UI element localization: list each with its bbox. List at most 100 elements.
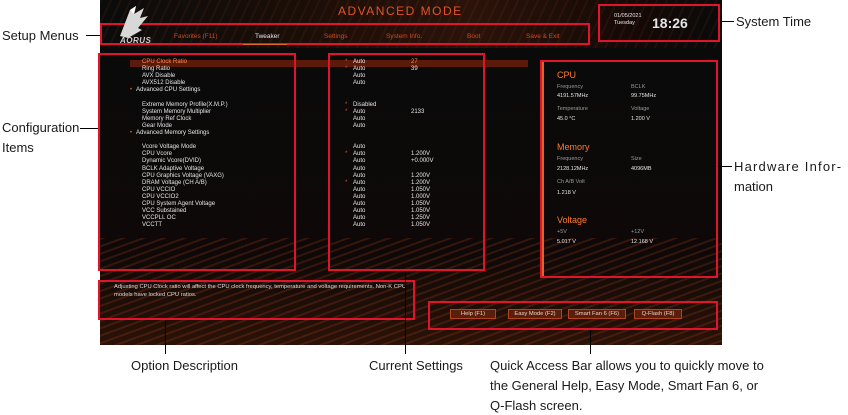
setting-label: Memory Ref Clock — [142, 115, 192, 122]
setting-label: Gear Mode — [142, 122, 173, 129]
setting-value[interactable]: Auto — [353, 144, 365, 150]
setting-value[interactable]: Auto — [353, 66, 365, 72]
quick-access-connector — [590, 330, 591, 354]
bios-header: AORUS ADVANCED MODE Favorites (F11) Twea… — [100, 0, 722, 48]
bclk-label: BCLK — [631, 84, 646, 90]
memory-size-value: 4096MB — [631, 166, 652, 172]
easy-mode-button[interactable]: Easy Mode (F2) — [508, 309, 562, 319]
bclk-value: 99.75MHz — [631, 93, 657, 99]
tab-boot[interactable]: Boot — [467, 33, 480, 40]
setting-label: CPU System Agent Voltage — [142, 201, 216, 207]
quick-access-caption-line2: the General Help, Easy Mode, Smart Fan 6… — [490, 378, 759, 393]
setting-current-value: 39 — [411, 66, 418, 73]
tab-favorites[interactable]: Favorites (F11) — [174, 33, 218, 40]
option-description-text: Adjusting CPU Clock ratio will affect th… — [114, 284, 407, 298]
setting-label: System Memory Multiplier — [142, 108, 212, 115]
setting-value[interactable]: Auto — [353, 222, 365, 228]
help-button[interactable]: Help (F1) — [450, 309, 496, 319]
modified-star-icon: * — [345, 101, 348, 108]
setting-current-value: 1.200V — [411, 179, 431, 186]
setting-label: DRAM Voltage (CH A/B) — [142, 179, 207, 186]
setting-label: CPU Clock Ratio — [142, 59, 188, 65]
bios-screen: AORUS ADVANCED MODE Favorites (F11) Twea… — [100, 0, 722, 345]
active-tab-indicator — [243, 44, 287, 45]
setting-value[interactable]: Auto — [353, 116, 365, 122]
tab-tweaker[interactable]: Tweaker — [255, 33, 280, 40]
system-time-connector — [720, 21, 734, 22]
setting-value[interactable]: Auto — [353, 80, 365, 86]
voltage-section-title: Voltage — [557, 215, 588, 225]
setting-value[interactable]: Auto — [353, 194, 365, 200]
setting-value[interactable]: Auto — [353, 173, 365, 179]
setting-current-value: 1.250V — [411, 215, 431, 222]
setting-value[interactable]: Auto — [353, 158, 365, 164]
smart-fan-button[interactable]: Smart Fan 6 (F6) — [568, 309, 626, 319]
plus5v-value: 5.017 V — [557, 239, 576, 245]
setting-value[interactable]: Auto — [353, 151, 365, 157]
setting-value[interactable]: Auto — [353, 208, 365, 214]
memory-frequency-value: 2128.12MHz — [557, 166, 589, 172]
memory-frequency-label: Frequency — [557, 156, 583, 162]
cpu-frequency-value: 4191.57MHz — [557, 93, 589, 99]
current-settings-connector — [405, 271, 406, 354]
setting-current-value: 1.000V — [411, 193, 431, 200]
modified-star-icon: * — [345, 66, 348, 73]
brand-logo-text: AORUS — [120, 36, 152, 45]
time-display: 18:26 — [652, 15, 688, 31]
cpu-temperature-value: 45.0 °C — [557, 116, 576, 122]
setting-value[interactable]: Auto — [353, 187, 365, 193]
setting-value[interactable]: Disabled — [353, 102, 376, 108]
setting-current-value: 2133 — [411, 108, 425, 115]
setting-label: Dynamic Vcore(DVID) — [142, 158, 202, 165]
setting-label: CPU VCCIO2 — [142, 193, 179, 200]
setting-label: CPU Vcore — [142, 151, 173, 158]
hardware-info-caption-line2: mation — [734, 179, 774, 194]
cpu-section-title: CPU — [557, 70, 577, 80]
setting-value[interactable]: Auto — [353, 180, 365, 186]
configuration-items-caption-line1: Configuration — [2, 120, 80, 135]
setting-value[interactable]: Auto — [353, 215, 365, 221]
setting-label: AVX Disable — [142, 73, 176, 80]
quick-access-caption-line3: Q-Flash screen. — [490, 398, 583, 413]
plus12v-value: 12.168 V — [631, 239, 654, 245]
setting-current-value: 1.200V — [411, 151, 431, 158]
submenu-bullet-icon: • — [130, 87, 133, 94]
submenu-label: Advanced Memory Settings — [136, 130, 210, 136]
setup-menu-tabs: Favorites (F11) Tweaker Settings System … — [160, 33, 590, 45]
q-flash-button[interactable]: Q-Flash (F8) — [634, 309, 682, 319]
setting-current-value: 1.050V — [411, 186, 431, 193]
memory-channel-volt-value: 1.218 V — [557, 190, 576, 196]
setting-value[interactable]: Auto — [353, 73, 365, 79]
tab-settings[interactable]: Settings — [324, 33, 348, 40]
weekday-text: Tuesday — [614, 20, 635, 26]
setting-value[interactable]: Auto — [353, 59, 365, 65]
configuration-items-caption: Configuration Items — [2, 118, 79, 158]
quick-access-caption-line1: Quick Access Bar allows you to quickly m… — [490, 358, 764, 373]
modified-star-icon: * — [345, 59, 348, 65]
configuration-items-caption-line2: Items — [2, 140, 34, 155]
cpu-voltage-label: Voltage — [631, 106, 650, 112]
modified-star-icon: * — [345, 179, 348, 186]
submenu-bullet-icon: • — [130, 130, 133, 136]
memory-size-label: Size — [631, 156, 642, 162]
setting-current-value: 1.050V — [411, 201, 431, 207]
setting-value[interactable]: Auto — [353, 201, 365, 207]
setting-current-value: +0.000V — [411, 158, 434, 165]
setting-current-value: 1.050V — [411, 208, 431, 215]
setting-value[interactable]: Auto — [353, 166, 365, 172]
setting-value[interactable]: Auto — [353, 109, 365, 115]
plus12v-label: +12V — [631, 229, 644, 235]
hardware-info-connector — [718, 166, 732, 167]
option-description-caption: Option Description — [131, 358, 238, 373]
setting-label: VCCPLL OC — [142, 215, 176, 222]
setup-menus-connector — [86, 35, 100, 36]
date-text: 01/05/2021 — [614, 13, 642, 19]
tab-system-info[interactable]: System Info. — [386, 33, 422, 40]
setting-value[interactable]: Auto — [353, 123, 365, 129]
setting-label: BCLK Adaptive Voltage — [142, 165, 205, 172]
setting-label: CPU VCCIO — [142, 186, 176, 193]
mode-title: ADVANCED MODE — [338, 4, 463, 18]
tab-save-exit[interactable]: Save & Exit — [526, 33, 560, 40]
setting-current-value: 1.200V — [411, 172, 431, 179]
modified-star-icon: * — [345, 108, 348, 115]
